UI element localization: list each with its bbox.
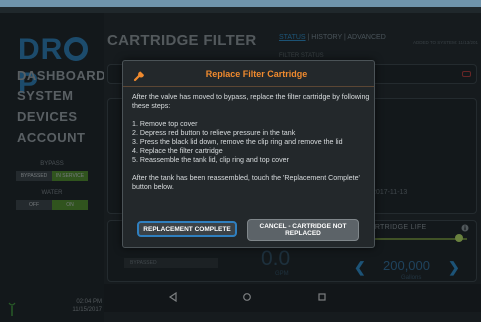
top-edge-bar: [0, 0, 481, 7]
dialog-intro: After the valve has moved to bypass, rep…: [132, 93, 370, 110]
dialog-title: Replace Filter Cartridge: [205, 69, 308, 79]
dialog-header: Replace Filter Cartridge: [123, 61, 374, 87]
dialog-outro: After the tank has been reassembled, tou…: [132, 174, 360, 191]
step-list: 1. Remove top cover 2. Depress red butto…: [132, 120, 370, 165]
step-item: 1. Remove top cover: [132, 120, 198, 128]
step-item: 3. Press the black lid down, remove the …: [132, 138, 343, 146]
replacement-complete-button[interactable]: REPLACEMENT COMPLETE: [137, 221, 237, 237]
replace-filter-dialog: Replace Filter Cartridge After the valve…: [122, 60, 375, 248]
step-item: 2. Depress red button to relieve pressur…: [132, 129, 296, 137]
dialog-body: After the valve has moved to bypass, rep…: [132, 93, 370, 201]
step-item: 5. Reassemble the tank lid, clip ring an…: [132, 156, 289, 164]
step-item: 4. Replace the filter cartridge: [132, 147, 223, 155]
cancel-not-replaced-button[interactable]: CANCEL - CARTRIDGE NOT REPLACED: [247, 219, 359, 241]
app-screen: DRP DASHBOARD SYSTEM DEVICES ACCOUNT BYP…: [0, 0, 481, 322]
